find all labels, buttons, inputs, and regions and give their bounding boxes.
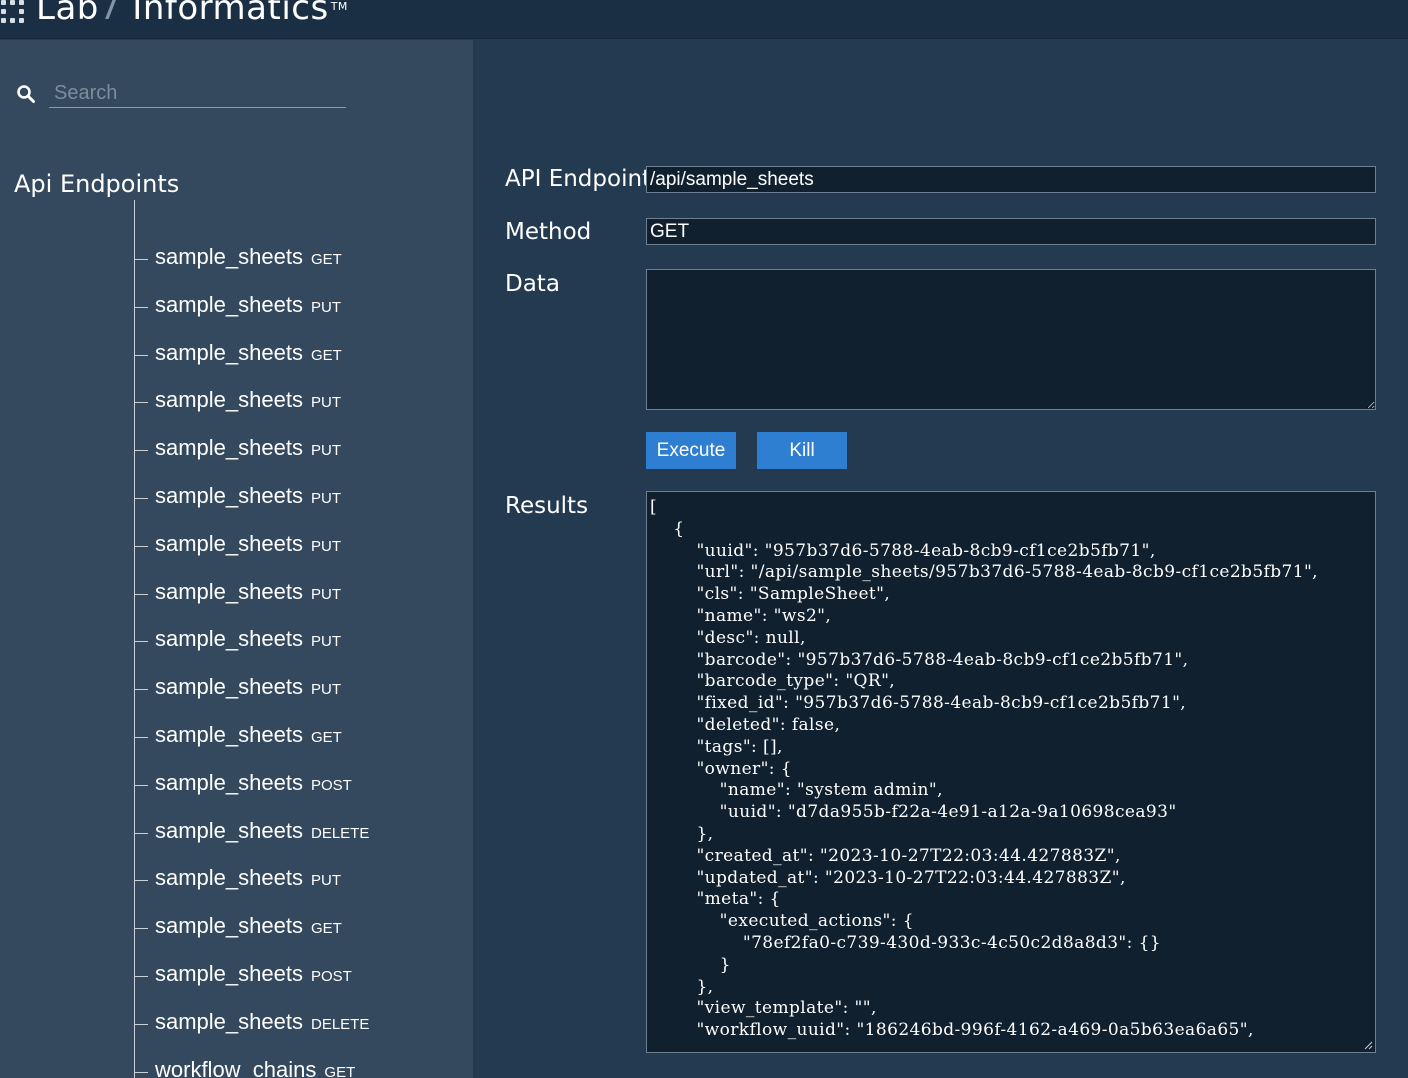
search-input[interactable] <box>49 80 346 108</box>
endpoint-name: sample_sheets DELETE <box>155 1008 370 1034</box>
endpoint-method-badge: GET <box>310 346 342 364</box>
endpoint-method-badge: PUT <box>310 490 341 507</box>
data-label: Data <box>505 271 560 297</box>
endpoint-name: sample_sheets POST <box>155 961 352 986</box>
endpoint-name: workflow_chains GET <box>155 1057 355 1078</box>
resize-grip-icon[interactable] <box>1363 1040 1373 1050</box>
endpoint-method-badge: DELETE <box>310 1015 370 1033</box>
endpoint-name: sample_sheets PUT <box>155 387 341 413</box>
endpoint-name: sample_sheets GET <box>155 722 342 747</box>
execute-button[interactable]: Execute <box>646 432 736 469</box>
endpoint-label: API Endpoint <box>505 166 652 192</box>
endpoint-method-badge: PUT <box>310 633 341 651</box>
method-field[interactable]: GET <box>646 218 1376 245</box>
top-bar: Lab7 Informatics TM <box>0 0 1408 39</box>
endpoint-name: sample_sheets GET <box>155 913 342 939</box>
endpoint-name: sample_sheets GET <box>155 339 342 365</box>
endpoint-name: sample_sheets PUT <box>155 530 341 556</box>
endpoint-name: sample_sheets GET <box>155 244 342 269</box>
endpoint-method-badge: PUT <box>310 298 341 316</box>
data-textarea[interactable] <box>646 269 1376 410</box>
endpoint-method-badge: PUT <box>310 394 341 412</box>
endpoint-name: sample_sheets PUT <box>155 865 341 891</box>
endpoint-method-badge: GET <box>310 920 342 938</box>
endpoint-method-badge: DELETE <box>310 824 370 842</box>
sidebar: Api Endpoints sample_sheetsGET sample_she… <box>0 40 473 1078</box>
endpoint-method-badge: GET <box>310 729 342 746</box>
endpoint-name: sample_sheets PUT <box>155 674 341 700</box>
tree-line <box>134 200 135 1078</box>
endpoint-method-badge: PUT <box>310 681 341 699</box>
endpoint-name: sample_sheets PUT <box>155 483 341 508</box>
endpoint-method-badge: PUT <box>310 537 341 555</box>
endpoint-method-badge: PUT <box>310 442 341 460</box>
endpoint-name: sample_sheets PUT <box>155 291 341 317</box>
method-label: Method <box>505 219 592 245</box>
endpoint-method-badge: PUT <box>310 585 341 603</box>
search-icon <box>17 85 35 103</box>
results-panel[interactable]: [ { "uuid": "957b37d6-5788-4eab-8cb9-cf1… <box>646 491 1376 1053</box>
endpoint-name: sample_sheets PUT <box>155 578 341 604</box>
endpoint-method-badge: GET <box>310 251 342 268</box>
endpoint-method-badge: POST <box>310 968 352 985</box>
endpoint-name: sample_sheets DELETE <box>155 817 370 843</box>
logo-dots-icon <box>0 0 28 26</box>
endpoint-name: sample_sheets PUT <box>155 626 341 652</box>
endpoint-method-badge: PUT <box>310 872 341 890</box>
results-text: [ { "uuid": "957b37d6-5788-4eab-8cb9-cf1… <box>650 497 1318 1041</box>
endpoint-field[interactable]: /api/sample_sheets <box>646 166 1376 193</box>
endpoint-method-badge: GET <box>324 1063 356 1078</box>
endpoint-name: sample_sheets POST <box>155 769 352 795</box>
kill-button[interactable]: Kill <box>757 432 847 469</box>
endpoint-method-badge: POST <box>310 776 352 794</box>
results-label: Results <box>505 493 589 519</box>
endpoint-name: sample_sheets PUT <box>155 435 341 461</box>
sidebar-title: Api Endpoints <box>14 170 180 198</box>
brand-logo: Lab7 Informatics TM <box>36 0 348 28</box>
